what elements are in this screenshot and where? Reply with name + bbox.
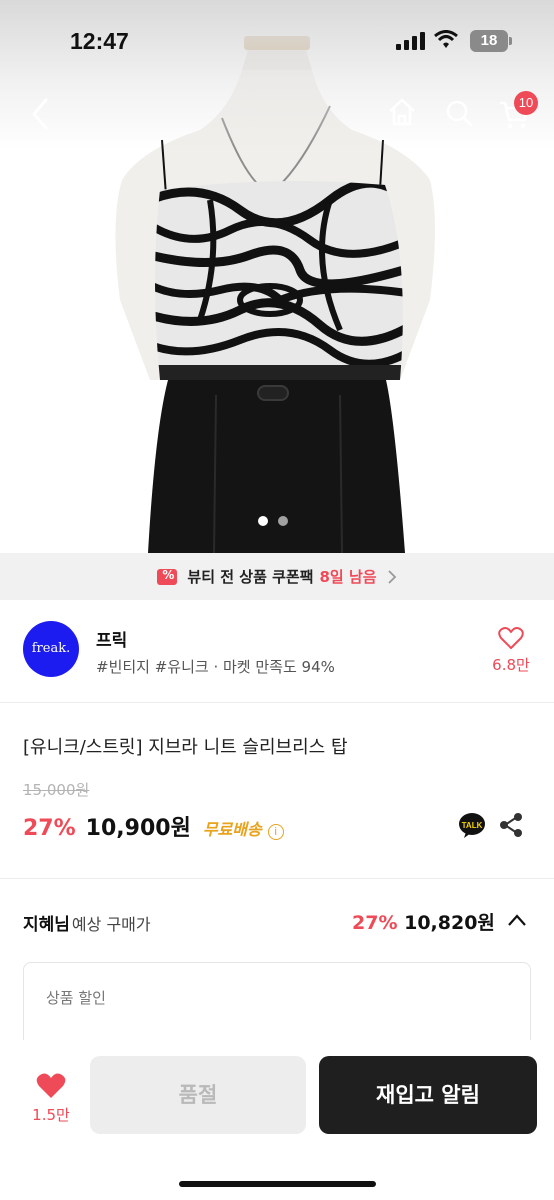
coupon-icon [157,568,178,585]
bottom-action-bar: 1.5만 품절 재입고 알림 [0,1040,554,1200]
chevron-right-icon [387,569,396,584]
kakao-talk-label: TALK [462,821,483,830]
battery-indicator: 18 [470,30,508,52]
shop-name[interactable]: 프릭 [96,626,127,651]
section-divider [0,878,554,879]
sold-out-button: 품절 [90,1056,306,1134]
search-icon[interactable] [444,98,474,128]
shop-info[interactable]: freak. 프릭 #빈티지 #유니크 · 마켓 만족도 94% 6.8만 [0,600,554,703]
info-icon[interactable]: i [267,824,284,840]
cart-count-badge: 10 [514,91,538,115]
estimate-label: 예상 구매가 [71,915,151,934]
coupon-text: 뷰티 전 상품 쿠폰팩 [187,568,314,586]
shop-heart-icon[interactable] [498,626,524,650]
estimate-discount: 27% [352,912,398,934]
kakao-talk-icon[interactable]: TALK [458,811,486,839]
free-shipping-label: 무료배송 [202,820,262,839]
sale-price: 10,900원 [85,816,191,841]
shop-like-count: 6.8만 [492,656,530,674]
estimate-amount: 10,820원 [404,912,495,934]
cellular-signal-icon [396,32,425,50]
coupon-banner[interactable]: 뷰티 전 상품 쿠폰팩 8일 남음 [0,553,554,600]
back-arrow-icon[interactable] [26,96,56,132]
chevron-up-icon[interactable] [506,912,528,928]
price-row: 27% 10,900원 무료배송 i [23,810,284,844]
share-icon[interactable] [498,812,524,838]
discount-rate: 27% [23,816,76,841]
estimate-price: 27% 10,820원 [352,908,495,935]
status-bar: 12:47 18 [0,0,554,80]
estimate-user: 지혜님 예상 구매가 [23,910,151,935]
home-indicator [179,1181,376,1187]
pagination-dot[interactable] [278,516,288,526]
like-count: 1.5만 [32,1106,70,1124]
like-heart-icon[interactable] [36,1072,66,1100]
shop-tags: #빈티지 #유니크 · 마켓 만족도 94% [96,658,335,676]
status-time: 12:47 [70,28,129,54]
product-title: [유니크/스트릿] 지브라 니트 슬리브리스 탑 [23,737,348,758]
original-price: 15,000원 [23,781,90,799]
coupon-days-left: 8일 남음 [319,568,377,586]
home-icon[interactable] [386,96,418,128]
battery-tip [509,37,512,45]
wifi-icon [434,30,458,48]
shop-logo[interactable]: freak. [23,621,79,677]
estimated-price-row[interactable]: 지혜님 예상 구매가 27% 10,820원 [0,900,554,940]
restock-alert-button[interactable]: 재입고 알림 [319,1056,537,1134]
product-discount-label: 상품 할인 [46,989,106,1007]
pagination-dot-active[interactable] [258,516,268,526]
estimate-user-name: 지혜님 [23,915,70,935]
image-pagination [258,516,288,528]
